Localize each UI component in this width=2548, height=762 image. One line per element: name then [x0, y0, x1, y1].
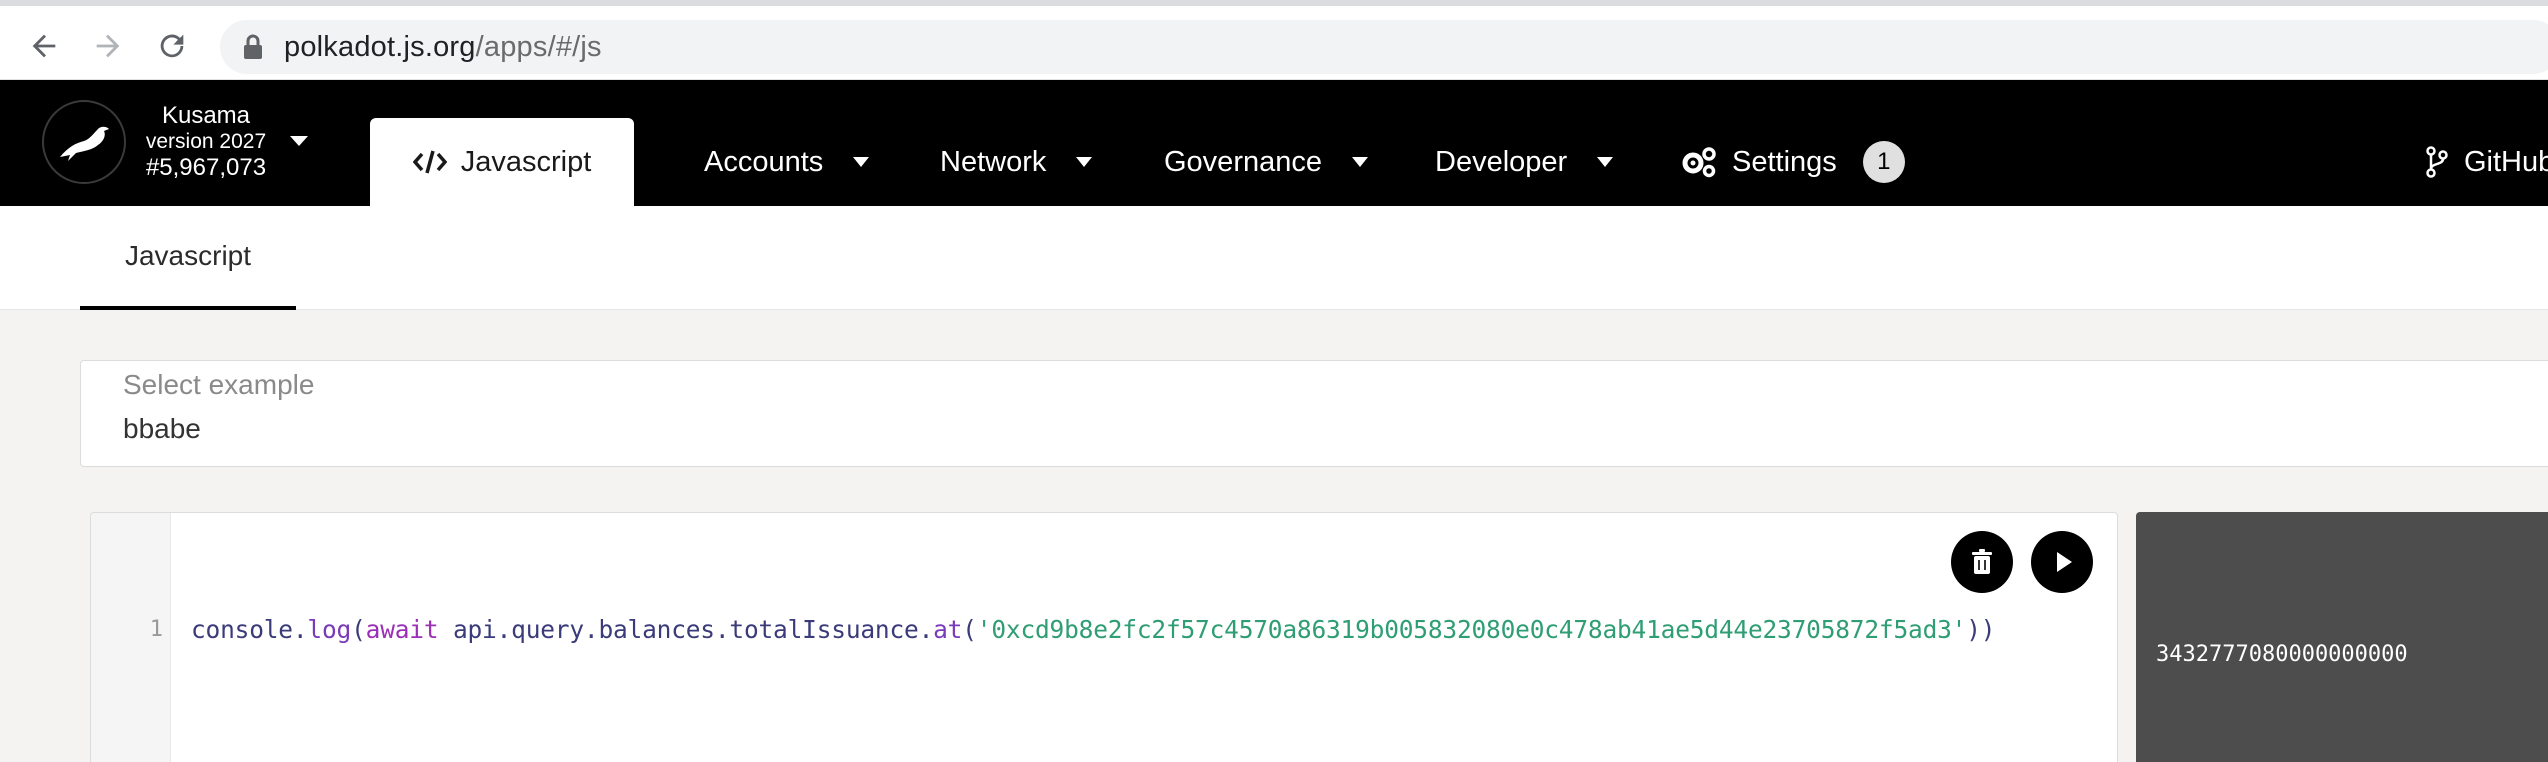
output-value: 3432777080000000000 [2156, 642, 2408, 667]
gears-icon [1682, 147, 1716, 178]
menu-settings[interactable]: Settings 1 [1680, 118, 1905, 206]
code-token: await [365, 615, 439, 644]
run-button[interactable] [2031, 531, 2093, 593]
chevron-down-icon [1076, 157, 1093, 167]
code-token: ( [962, 615, 977, 644]
subtab-javascript[interactable]: Javascript [80, 206, 296, 310]
code-token: at [933, 615, 963, 644]
settings-badge: 1 [1862, 141, 1905, 183]
chevron-down-icon [1597, 157, 1614, 167]
url-text: polkadot.js.org/apps/#/js [284, 31, 602, 64]
code-line[interactable]: console.log(await api.query.balances.tot… [191, 615, 1996, 644]
app-top-nav: Kusama version 2027 #5,967,073 Javascrip… [0, 80, 2548, 206]
chain-version: version 2027 [145, 130, 267, 153]
trash-icon [1972, 549, 1992, 574]
chain-selector[interactable]: Kusama version 2027 #5,967,073 [138, 102, 274, 182]
editor-gutter: 1 [91, 513, 171, 762]
code-token: api.query.balances.totalIssuance. [438, 615, 934, 644]
chevron-down-icon [1352, 157, 1368, 167]
chevron-down-icon [853, 157, 870, 167]
back-button[interactable] [22, 24, 66, 68]
tab-javascript[interactable]: Javascript [370, 118, 634, 206]
output-panel: 3432777080000000000 [2136, 512, 2548, 762]
kusama-bird-icon [60, 126, 109, 161]
chain-block-number: #5,967,073 [145, 154, 267, 181]
code-token: )) [1966, 615, 1996, 644]
example-select-label: Select example [123, 369, 315, 400]
menu-github[interactable]: GitHub [2424, 118, 2548, 206]
menu-network[interactable]: Network [940, 118, 1093, 206]
code-token: log [307, 615, 352, 644]
url-host: polkadot.js.org [284, 30, 476, 63]
chevron-down-icon[interactable] [290, 136, 308, 146]
code-token: . [292, 615, 308, 644]
line-number: 1 [149, 617, 163, 642]
tab-javascript-label: Javascript [460, 145, 592, 178]
play-icon [2057, 552, 2072, 572]
reload-icon [160, 34, 184, 58]
menu-github-label: GitHub [2464, 145, 2548, 178]
menu-accounts-label: Accounts [704, 145, 824, 178]
address-bar[interactable]: polkadot.js.org/apps/#/js [220, 20, 2548, 74]
forward-button[interactable] [86, 24, 130, 68]
chain-name: Kusama [161, 102, 251, 129]
git-branch-icon [2426, 146, 2448, 178]
url-path: /apps/#/js [475, 30, 602, 63]
menu-accounts[interactable]: Accounts [704, 118, 870, 206]
menu-governance[interactable]: Governance [1164, 118, 1368, 206]
menu-developer[interactable]: Developer [1435, 118, 1614, 206]
arrow-left-icon [32, 34, 56, 58]
arrow-right-icon [96, 34, 120, 58]
reload-button[interactable] [150, 24, 194, 68]
example-select-value: bbabe [123, 413, 201, 444]
chain-logo[interactable] [42, 100, 126, 184]
clear-button[interactable] [1951, 531, 2013, 593]
menu-settings-label: Settings [1732, 145, 1837, 178]
code-token: '0xcd9b8e2fc2f57c4570a86319b005832080e0c… [976, 615, 1967, 644]
menu-developer-label: Developer [1435, 145, 1568, 178]
example-select[interactable]: Select example bbabe [80, 360, 2548, 467]
page-subheader: Javascript [0, 206, 2548, 310]
menu-network-label: Network [940, 145, 1047, 178]
code-token: console [191, 615, 293, 644]
menu-governance-label: Governance [1164, 145, 1322, 178]
code-token: ( [351, 615, 366, 644]
code-editor[interactable]: 1 console.log(await api.query.balances.t… [90, 512, 2118, 762]
browser-toolbar: polkadot.js.org/apps/#/js [0, 0, 2548, 80]
code-icon [412, 150, 447, 174]
lock-icon [244, 34, 262, 59]
